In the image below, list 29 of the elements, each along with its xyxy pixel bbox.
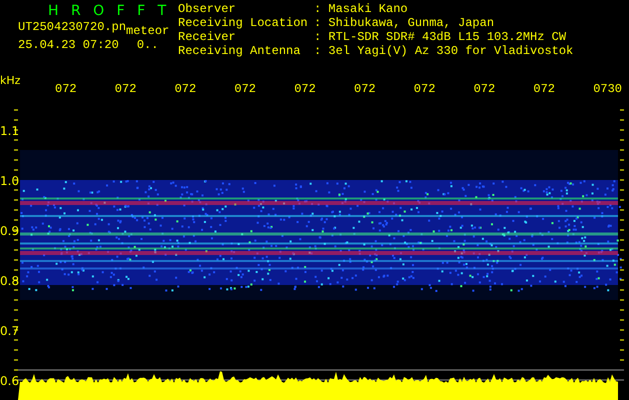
time-label: 072 <box>114 82 136 96</box>
frequency-label: 0.9 <box>0 224 20 238</box>
frequency-label: 1.1 <box>0 124 20 138</box>
info-label: Receiving Antenna <box>178 46 302 60</box>
info-value: : Shibukawa, Gunma, Japan <box>314 18 496 31</box>
time-label: 0730 <box>593 82 622 96</box>
info-label: Receiver <box>178 32 237 45</box>
file-name: UT2504230720.pn <box>18 20 126 36</box>
info-label: Observer <box>178 4 237 17</box>
app-title: H R O F F T <box>47 4 172 18</box>
info-value: : Masaki Kano <box>314 4 409 17</box>
time-label: 072 <box>533 82 555 96</box>
frequency-label: 1.0 <box>0 174 20 188</box>
event-count: 0.. <box>136 38 158 52</box>
time-label: 072 <box>174 82 196 96</box>
time-label: 072 <box>234 82 256 96</box>
time-label: 072 <box>55 82 77 96</box>
info-label: Receiving Location <box>178 18 309 31</box>
time-label: 072 <box>474 82 496 96</box>
time-label: 072 <box>414 82 436 96</box>
frequency-label: 0.7 <box>0 324 20 338</box>
time-label: 072 <box>354 82 376 96</box>
time-label: 072 <box>294 82 316 96</box>
info-value: : 3el Yagi(V) Az 330 for Vladivostok <box>314 46 574 60</box>
unit-label: kHz <box>0 74 20 87</box>
frequency-label: 0.8 <box>0 274 20 288</box>
event-tag: meteor <box>126 24 170 38</box>
info-value: : RTL-SDR SDR# 43dB L15 103.2MHz CW <box>314 32 568 45</box>
timestamp: 25.04.23 07:20 <box>18 38 119 52</box>
